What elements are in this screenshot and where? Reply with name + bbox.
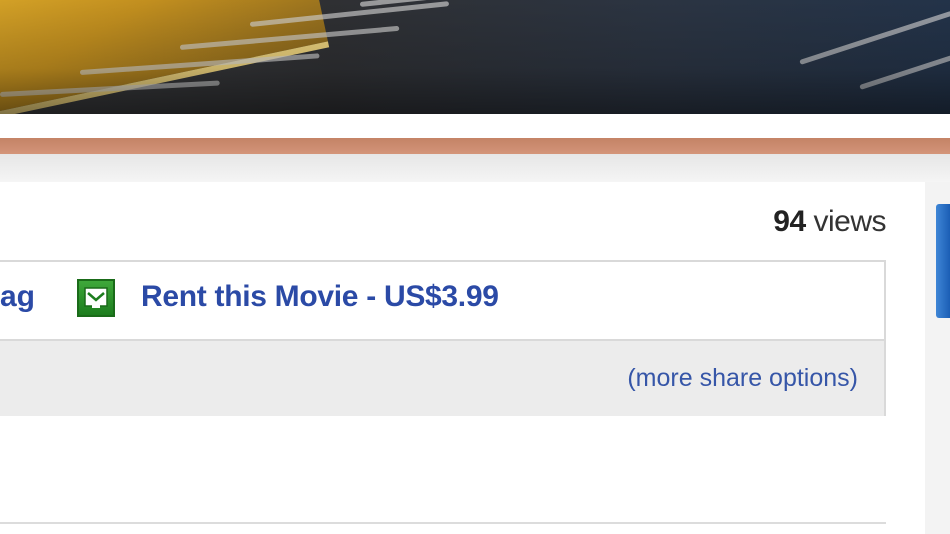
rent-movie-link[interactable]: Rent this Movie - US$3.99 — [141, 280, 499, 314]
header-light-band — [0, 154, 950, 182]
partial-action-link[interactable]: ag — [0, 280, 35, 314]
video-still-image — [0, 0, 950, 114]
views-count: 94 — [773, 205, 806, 238]
view-counter: 94 views — [773, 205, 886, 239]
action-box: ag Rent this Movie - US$3.99 (more share… — [0, 260, 886, 416]
more-share-options-link[interactable]: (more share options) — [627, 364, 858, 393]
sidebar-tab-blue[interactable] — [936, 204, 950, 318]
share-row: (more share options) — [0, 339, 884, 416]
header-spacer — [0, 114, 950, 138]
rent-ticket-icon[interactable] — [77, 279, 115, 317]
views-label: views — [813, 205, 886, 238]
action-row: ag Rent this Movie - US$3.99 — [0, 262, 884, 339]
section-divider — [0, 522, 886, 524]
header-orange-band — [0, 138, 950, 154]
image-shade — [0, 0, 950, 114]
